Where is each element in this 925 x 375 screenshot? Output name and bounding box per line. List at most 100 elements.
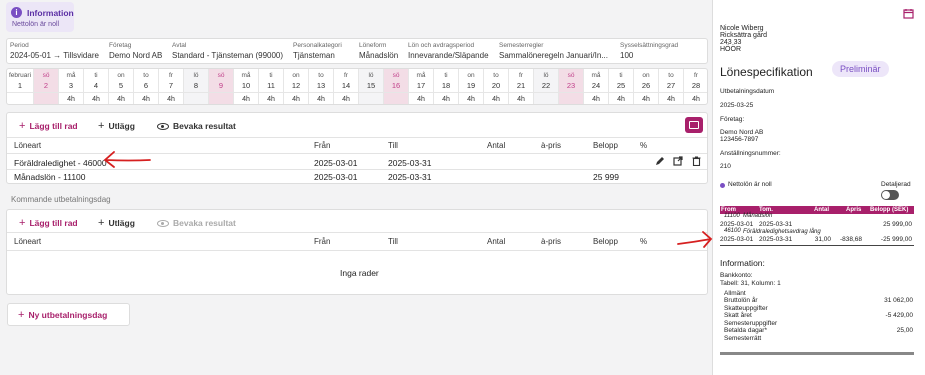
calendar-weekday: ti xyxy=(444,72,448,79)
recipient-zip: 243 33 xyxy=(720,39,742,46)
employment-period-panel: Period 2024-05-01 → Tillsvidare Företag De… xyxy=(6,38,708,64)
calendar-weekday: to xyxy=(668,72,674,79)
calendar-date: 21 xyxy=(516,81,526,90)
calendar-weekday: to xyxy=(143,72,149,79)
calendar-hours: 4h xyxy=(259,92,283,104)
calendar-date: 6 xyxy=(143,81,149,90)
column-header-quantity: Antal xyxy=(487,237,506,246)
calendar-day[interactable]: fr 14 4h xyxy=(334,69,359,104)
external-link-icon[interactable] xyxy=(673,156,683,169)
line-code: 11100 xyxy=(724,213,740,219)
new-payday-button[interactable]: + Ny utbetalningsdag xyxy=(7,303,130,326)
line-name: Månadslön xyxy=(743,213,773,219)
line-name: Föräldraledighetsavdrag lång xyxy=(743,229,821,235)
add-row-button[interactable]: + Lägg till rad xyxy=(19,218,78,229)
calendar-hours xyxy=(7,92,33,104)
calendar-hours: 4h xyxy=(309,92,333,104)
calendar-day[interactable]: ti 25 4h xyxy=(609,69,634,104)
row-from[interactable]: 2025-03-01 xyxy=(314,172,357,182)
calendar-day[interactable]: to 6 4h xyxy=(134,69,159,104)
calendar-day[interactable]: to 20 4h xyxy=(484,69,509,104)
calendar-day[interactable]: februari 1 xyxy=(7,69,34,104)
calendar-weekday: to xyxy=(493,72,499,79)
calendar-day[interactable]: lö 22 xyxy=(534,69,559,104)
calendar-icon[interactable] xyxy=(903,8,914,21)
calendar-hours xyxy=(534,92,558,104)
calendar-day[interactable]: sö 23 xyxy=(559,69,584,104)
calendar-day[interactable]: ti 4 4h xyxy=(84,69,109,104)
calendar-day[interactable]: on 19 4h xyxy=(459,69,484,104)
calendar-date: 20 xyxy=(491,81,501,90)
calendar-day[interactable]: fr 28 4h xyxy=(684,69,707,104)
pay-date-label: Utbetalningsdatum xyxy=(720,88,775,95)
row-to[interactable]: 2025-03-31 xyxy=(388,172,431,182)
stat-value: 25,00 xyxy=(896,327,913,334)
calendar-date: 17 xyxy=(416,81,426,90)
employee-number: 210 xyxy=(720,163,731,170)
calendar-day[interactable]: to 27 4h xyxy=(659,69,684,104)
column-header-percent: % xyxy=(640,237,648,246)
row-to[interactable]: 2025-03-31 xyxy=(388,158,431,168)
calendar-day[interactable]: fr 7 4h xyxy=(159,69,184,104)
layout-toggle-button[interactable] xyxy=(685,117,703,133)
calendar-hours xyxy=(209,92,233,104)
calendar-day[interactable]: on 26 4h xyxy=(634,69,659,104)
payslip-scrollbar[interactable] xyxy=(720,352,914,355)
row-from[interactable]: 2025-03-01 xyxy=(314,158,357,168)
calendar-weekday: februari xyxy=(8,72,32,79)
column-header-type: Löneart xyxy=(14,141,42,150)
calendar-hours xyxy=(34,92,58,104)
calendar-day[interactable]: må 24 4h xyxy=(584,69,609,104)
calendar-hours: 4h xyxy=(109,92,133,104)
calendar-hours xyxy=(559,92,583,104)
calendar-day[interactable]: lö 8 xyxy=(184,69,209,104)
calendar-day[interactable]: on 5 4h xyxy=(109,69,134,104)
outlay-button[interactable]: + Utlägg xyxy=(98,218,135,229)
pencil-icon[interactable] xyxy=(655,156,665,169)
outlay-button[interactable]: + Utlägg xyxy=(98,121,135,132)
calendar-hours: 4h xyxy=(634,92,658,104)
calendar-weekday: lö xyxy=(543,72,549,79)
calendar-date: 23 xyxy=(566,81,576,90)
column-header-quantity: Antal xyxy=(487,141,506,150)
column-header-to: Till xyxy=(388,141,398,150)
info-icon: i xyxy=(11,7,22,18)
column-header-unit-price: à-pris xyxy=(541,237,562,246)
calendar-day[interactable]: lö 15 xyxy=(359,69,384,104)
calendar-day[interactable]: må 3 4h xyxy=(59,69,84,104)
calendar-day[interactable]: to 13 4h xyxy=(309,69,334,104)
calendar-date: 10 xyxy=(241,81,251,90)
stat-value: 31 062,00 xyxy=(884,297,913,304)
row-type[interactable]: Månadslön - 11100 xyxy=(14,172,86,182)
calendar-hours xyxy=(359,92,383,104)
stat-label: Bruttolön år xyxy=(724,297,758,304)
company-field: Företag Demo Nord AB xyxy=(109,42,163,60)
calendar-day[interactable]: sö 16 xyxy=(384,69,409,104)
calendar-date: 8 xyxy=(193,81,199,90)
calendar-weekday: må xyxy=(241,72,251,79)
calendar-date: 22 xyxy=(541,81,551,90)
row-type[interactable]: Föräldraledighet - 46000 xyxy=(14,158,107,168)
calendar-day[interactable]: ti 11 4h xyxy=(259,69,284,104)
trash-icon[interactable] xyxy=(692,156,701,169)
calendar-day[interactable]: sö 2 xyxy=(34,69,59,104)
column-header-amount: Belopp xyxy=(593,141,618,150)
calendar-weekday: lö xyxy=(193,72,199,79)
calendar-date: 28 xyxy=(691,81,701,90)
calendar-day[interactable]: on 12 4h xyxy=(284,69,309,104)
calendar-hours: 4h xyxy=(84,92,108,104)
add-row-button[interactable]: + Lägg till rad xyxy=(19,121,78,132)
calendar-day[interactable]: må 10 4h xyxy=(234,69,259,104)
detailed-toggle[interactable] xyxy=(881,190,899,200)
calendar-weekday: ti xyxy=(619,72,623,79)
vacation-rules-field: Semesterregler Sammalöneregeln Januari/In… xyxy=(499,42,608,60)
calendar-day[interactable]: fr 21 4h xyxy=(509,69,534,104)
information-notice: i Information Nettolön är noll xyxy=(6,2,74,32)
calendar-day[interactable]: ti 18 4h xyxy=(434,69,459,104)
calendar-day[interactable]: må 17 4h xyxy=(409,69,434,104)
calendar-weekday: on xyxy=(642,72,650,79)
calendar-day[interactable]: sö 9 xyxy=(209,69,234,104)
keep-result-button[interactable]: Bevaka resultat xyxy=(157,121,236,131)
payslip-title: Lönespecifikation xyxy=(720,65,813,79)
row-amount[interactable]: 25 999 xyxy=(593,172,619,182)
